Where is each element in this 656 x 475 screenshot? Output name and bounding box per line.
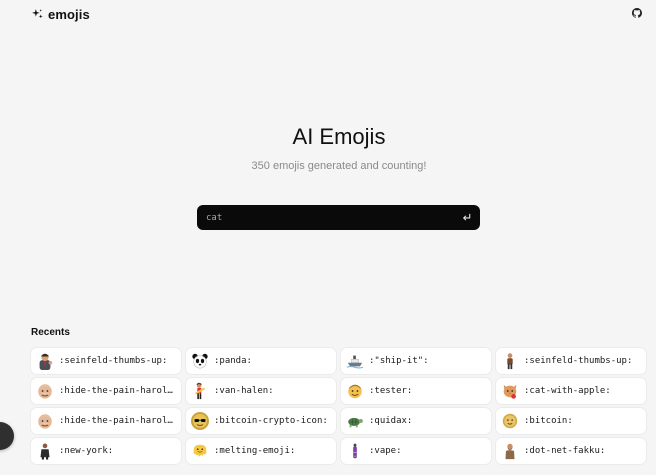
floating-action-button[interactable]	[0, 422, 14, 450]
recents-grid: :seinfeld-thumbs-up: :panda: :"ship-it": :s…	[31, 348, 646, 464]
recent-emoji-card[interactable]: :seinfeld-thumbs-up:	[496, 348, 646, 374]
old-man-face-icon	[35, 381, 55, 401]
recent-emoji-card[interactable]: :seinfeld-thumbs-up:	[31, 348, 181, 374]
recent-emoji-label: :bitcoin:	[524, 416, 573, 426]
recent-emoji-label: :new-york:	[59, 446, 114, 456]
recent-emoji-label: :van-halen:	[214, 386, 274, 396]
smiling-face-icon	[345, 381, 365, 401]
github-icon[interactable]	[630, 6, 644, 20]
recent-emoji-label: :hide-the-pain-harold:	[59, 416, 176, 426]
recent-emoji-card[interactable]: :bitcoin-crypto-icon:	[186, 408, 336, 434]
recent-emoji-card[interactable]: :hide-the-pain-harold:	[31, 408, 181, 434]
emoji-prompt-input[interactable]	[206, 207, 460, 228]
recent-emoji-label: :"ship-it":	[369, 356, 429, 366]
recent-emoji-label: :hide-the-pain-harold:	[59, 386, 176, 396]
ship-icon	[345, 351, 365, 371]
recent-emoji-card[interactable]: :cat-with-apple:	[496, 378, 646, 404]
man-in-suit-thumbs-up-icon	[35, 351, 55, 371]
turtle-icon	[345, 411, 365, 431]
old-man-face-icon	[35, 411, 55, 431]
coin-face-icon	[500, 411, 520, 431]
guitarist-icon	[190, 381, 210, 401]
brand-label: emojis	[48, 6, 90, 22]
recent-emoji-card[interactable]: :dot-net-fakku:	[496, 438, 646, 464]
recents-heading: Recents	[31, 327, 70, 338]
recent-emoji-card[interactable]: :bitcoin:	[496, 408, 646, 434]
recent-emoji-label: :melting-emoji:	[214, 446, 296, 456]
panda-icon	[190, 351, 210, 371]
man-standing-icon	[500, 351, 520, 371]
enter-key-icon[interactable]	[460, 212, 472, 224]
sunglasses-coin-icon	[190, 411, 210, 431]
recent-emoji-card[interactable]: :hide-the-pain-harold:	[31, 378, 181, 404]
recent-emoji-card[interactable]: :panda:	[186, 348, 336, 374]
melting-face-icon	[190, 441, 210, 461]
recent-emoji-label: :dot-net-fakku:	[524, 446, 606, 456]
recent-emoji-label: :cat-with-apple:	[524, 386, 611, 396]
recent-emoji-label: :bitcoin-crypto-icon:	[214, 416, 328, 426]
recent-emoji-card[interactable]: :"ship-it":	[341, 348, 491, 374]
recent-emoji-card[interactable]: :van-halen:	[186, 378, 336, 404]
recent-emoji-label: :vape:	[369, 446, 402, 456]
recent-emoji-label: :seinfeld-thumbs-up:	[524, 356, 633, 366]
cat-icon	[500, 381, 520, 401]
man-in-coat-icon	[35, 441, 55, 461]
recent-emoji-label: :seinfeld-thumbs-up:	[59, 356, 168, 366]
page-title: AI Emojis	[292, 124, 386, 149]
bearded-man-icon	[500, 441, 520, 461]
recent-emoji-card[interactable]: :melting-emoji:	[186, 438, 336, 464]
recent-emoji-label: :panda:	[214, 356, 252, 366]
recent-emoji-card[interactable]: :tester:	[341, 378, 491, 404]
recent-emoji-card[interactable]: :quidax:	[341, 408, 491, 434]
sparkles-icon	[31, 8, 44, 21]
recent-emoji-label: :quidax:	[369, 416, 413, 426]
recent-emoji-label: :tester:	[369, 386, 413, 396]
vape-pen-icon	[345, 441, 365, 461]
page: emojis AI Emojis 350 emojis generated an…	[0, 0, 656, 475]
emoji-prompt-form	[197, 205, 480, 230]
recent-emoji-card[interactable]: :new-york:	[31, 438, 181, 464]
recent-emoji-card[interactable]: :vape:	[341, 438, 491, 464]
emoji-count-subtitle: 350 emojis generated and counting!	[251, 160, 427, 172]
brand-link[interactable]: emojis	[31, 6, 90, 22]
